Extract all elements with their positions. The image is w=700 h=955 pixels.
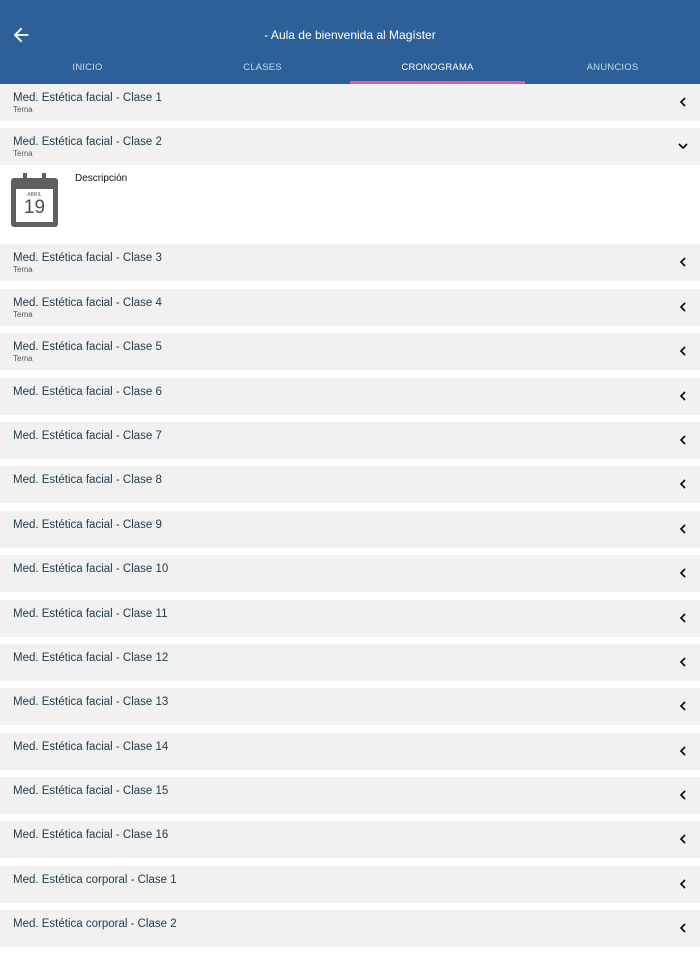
tab-clases[interactable]: CLASES xyxy=(175,56,350,84)
schedule-item[interactable]: Med. Estética facial - Clase 16 xyxy=(0,821,700,859)
schedule-item-subtitle: Tema xyxy=(13,149,33,159)
schedule-item-title: Med. Estética facial - Clase 1 xyxy=(13,92,162,104)
schedule-item-title: Med. Estética facial - Clase 11 xyxy=(13,607,168,620)
schedule-item-title: Med. Estética facial - Clase 2 xyxy=(13,136,162,149)
chevron-left-icon xyxy=(679,746,686,756)
schedule-item-title: Med. Estética facial - Clase 5 xyxy=(13,341,162,354)
schedule-item-title: Med. Estética facial - Clase 12 xyxy=(13,651,169,664)
chevron-left-icon xyxy=(679,923,686,933)
schedule-item[interactable]: Med. Estética facial - Clase 11 xyxy=(0,599,700,637)
chevron-left-icon xyxy=(679,97,686,107)
tab-bar: INICIO CLASES CRONOGRAMA ANUNCIOS xyxy=(0,56,700,84)
chevron-left-icon xyxy=(679,257,686,267)
schedule-item[interactable]: Med. Estética facial - Clase 5 Tema xyxy=(0,333,700,371)
schedule-item[interactable]: Med. Estética facial - Clase 4 Tema xyxy=(0,288,700,326)
chevron-left-icon xyxy=(679,701,686,711)
schedule-item[interactable]: Med. Estética facial - Clase 10 xyxy=(0,555,700,593)
description-label: Descripción xyxy=(75,173,128,185)
schedule-item[interactable]: Med. Estética facial - Clase 6 xyxy=(0,377,700,415)
schedule-item-title: Med. Estética facial - Clase 4 xyxy=(13,296,162,309)
schedule-item-title: Med. Estética facial - Clase 3 xyxy=(13,252,162,265)
tab-anuncios[interactable]: ANUNCIOS xyxy=(525,56,700,84)
schedule-item[interactable]: Med. Estética facial - Clase 7 xyxy=(0,421,700,459)
schedule-item[interactable]: Med. Estética facial - Clase 1 Tema xyxy=(0,84,700,121)
schedule-item[interactable]: Med. Estética facial - Clase 8 xyxy=(0,466,700,504)
tab-cronograma[interactable]: CRONOGRAMA xyxy=(350,56,525,84)
chevron-left-icon xyxy=(679,834,686,845)
schedule-item[interactable]: Med. Estética corporal - Clase 2 xyxy=(0,910,700,948)
tab-inicio[interactable]: INICIO xyxy=(0,56,175,84)
chevron-down-icon xyxy=(678,143,688,150)
schedule-item-subtitle: Tema xyxy=(13,354,33,364)
schedule-list: Med. Estética facial - Clase 1 Tema Med. E… xyxy=(0,84,700,955)
schedule-item-title: Med. Estética facial - Clase 8 xyxy=(13,474,162,487)
schedule-item-title: Med. Estética facial - Clase 7 xyxy=(13,429,162,442)
calendar-day: 19 xyxy=(23,197,46,219)
schedule-item[interactable]: Med. Estética facial - Clase 12 xyxy=(0,643,700,681)
chevron-left-icon xyxy=(679,879,686,889)
schedule-item-subtitle: Tema xyxy=(13,265,33,275)
schedule-item-detail: ABRIL 19 Descripción xyxy=(0,165,700,245)
schedule-item-title: Med. Estética facial - Clase 9 xyxy=(13,518,162,531)
schedule-item-title: Med. Estética corporal - Clase 1 xyxy=(13,873,177,886)
schedule-item-subtitle: Tema xyxy=(13,309,33,319)
chevron-left-icon xyxy=(679,568,686,578)
schedule-item[interactable]: Med. Estética corporal - Clase 1 xyxy=(0,865,700,903)
chevron-left-icon xyxy=(679,612,686,623)
schedule-item-title: Med. Estética facial - Clase 13 xyxy=(13,696,169,709)
schedule-item[interactable]: Med. Estética facial - Clase 2 Tema xyxy=(0,128,700,166)
chevron-left-icon xyxy=(679,657,686,667)
schedule-item[interactable]: Med. Estética facial - Clase 15 xyxy=(0,777,700,815)
schedule-item-title: Med. Estética facial - Clase 10 xyxy=(13,563,169,576)
schedule-item[interactable]: Med. Estética facial - Clase 13 xyxy=(0,688,700,726)
chevron-left-icon xyxy=(679,790,686,800)
schedule-item-subtitle: Tema xyxy=(13,105,33,114)
app-bar: - Aula de bienvenida al Magíster INICIO … xyxy=(0,0,700,84)
schedule-item-title: Med. Estética facial - Clase 14 xyxy=(13,740,169,753)
schedule-item-title: Med. Estética facial - Clase 15 xyxy=(13,785,169,798)
chevron-left-icon xyxy=(679,302,686,312)
schedule-item-title: Med. Estética facial - Clase 6 xyxy=(13,385,162,398)
chevron-left-icon xyxy=(679,346,686,356)
schedule-item-title: Med. Estética facial - Clase 16 xyxy=(13,829,169,842)
page-title: - Aula de bienvenida al Magíster xyxy=(264,28,436,42)
schedule-item[interactable]: Med. Estética facial - Clase 3 Tema xyxy=(0,244,700,282)
schedule-item-title: Med. Estética corporal - Clase 2 xyxy=(13,918,177,931)
schedule-item[interactable]: Med. Estética facial - Clase 9 xyxy=(0,510,700,548)
chevron-left-icon xyxy=(679,479,686,489)
chevron-left-icon xyxy=(679,435,686,445)
schedule-item[interactable]: Med. Estética facial - Clase 14 xyxy=(0,732,700,770)
chevron-left-icon xyxy=(679,390,686,401)
chevron-left-icon xyxy=(679,524,686,534)
